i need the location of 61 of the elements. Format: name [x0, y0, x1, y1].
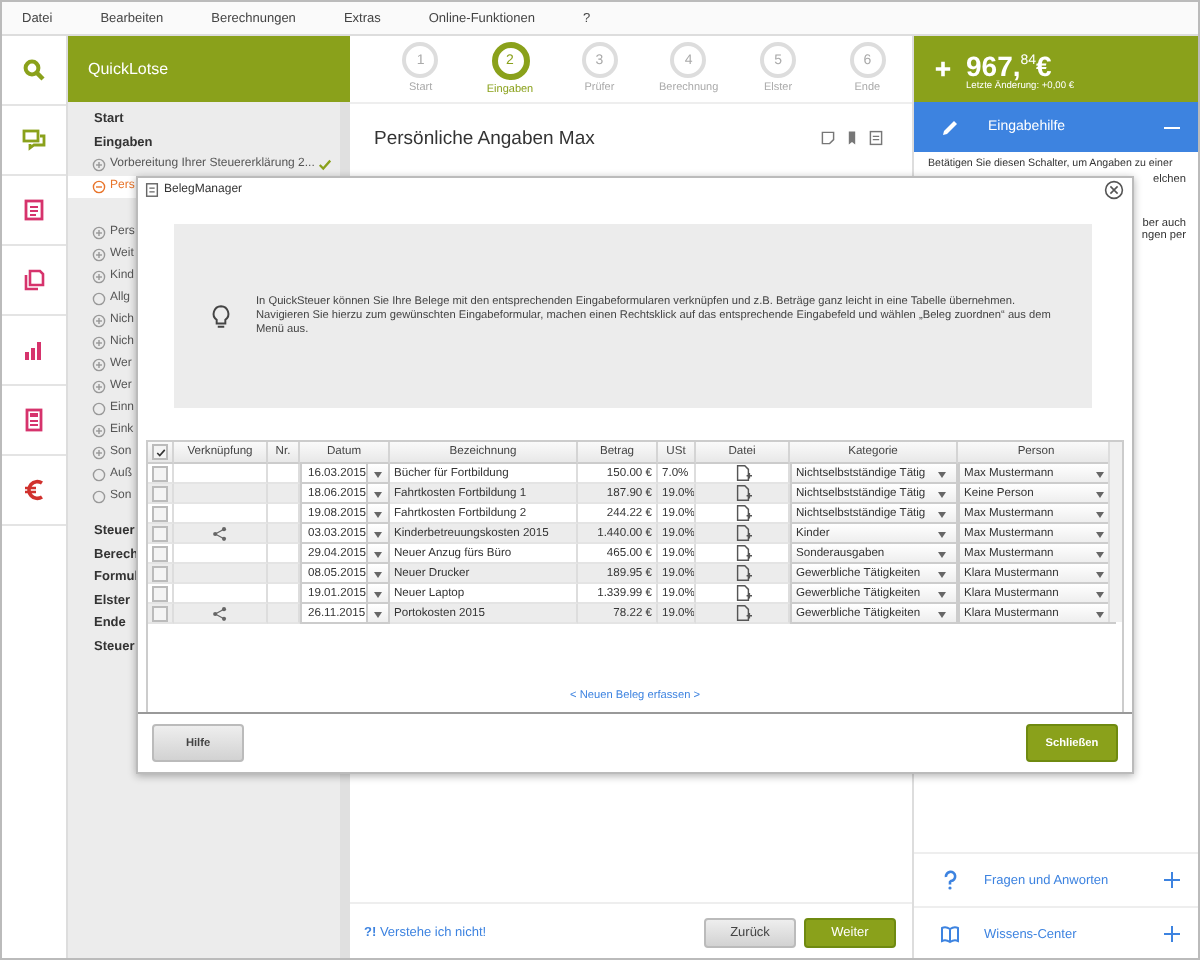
calculator-icon [22, 408, 46, 432]
table-cell [268, 564, 300, 584]
checkbox[interactable] [152, 485, 168, 501]
checkbox[interactable] [152, 585, 168, 601]
chat-icon [22, 128, 46, 152]
file-add-icon [733, 524, 751, 542]
checkbox[interactable] [152, 525, 168, 541]
file-add-icon [733, 564, 751, 582]
question-icon [940, 870, 960, 890]
checkbox[interactable] [152, 605, 168, 621]
expand-icon [1162, 870, 1182, 890]
bookmark-icon [844, 130, 860, 146]
table-cell [268, 484, 300, 504]
share-icon [212, 525, 228, 541]
circle-icon [92, 490, 106, 504]
plus-icon [934, 60, 952, 78]
file-add-icon [733, 504, 751, 522]
expand-icon [92, 336, 106, 350]
note-icon [820, 130, 836, 146]
lightbulb-icon [210, 303, 232, 329]
expand-icon [92, 226, 106, 240]
file-add-icon [733, 544, 751, 562]
file-add-icon [733, 484, 751, 502]
expand-icon [92, 158, 106, 172]
expand-icon [92, 380, 106, 394]
book-icon [940, 924, 960, 944]
expand-icon [92, 424, 106, 438]
circle-icon [92, 292, 106, 306]
list-icon [868, 130, 884, 146]
check-icon [155, 447, 165, 457]
expand-icon [92, 270, 106, 284]
checkbox[interactable] [152, 444, 168, 460]
expand-icon [92, 358, 106, 372]
expand-icon [92, 314, 106, 328]
check-icon [318, 158, 333, 172]
checkbox[interactable] [152, 565, 168, 581]
collapse-icon [92, 180, 106, 194]
document-icon [144, 182, 160, 198]
bar-chart-icon [22, 338, 46, 362]
file-add-icon [733, 604, 751, 622]
copy-icon [22, 268, 46, 292]
scrollbar[interactable] [1108, 442, 1122, 622]
expand-icon [1162, 924, 1182, 944]
checkbox[interactable] [152, 465, 168, 481]
circle-icon [92, 402, 106, 416]
file-add-icon [733, 464, 751, 482]
checkbox[interactable] [152, 545, 168, 561]
circle-icon [92, 468, 106, 482]
sidebar-title: QuickLotse [68, 36, 350, 102]
expand-icon [92, 248, 106, 262]
page-title: Persönliche Angaben Max [374, 127, 595, 149]
expand-icon [92, 446, 106, 460]
share-icon [212, 605, 228, 621]
document-icon [22, 198, 46, 222]
close-icon [1104, 180, 1124, 200]
refund-amount: 967,$^{84}$€ [966, 47, 1054, 79]
search-icon [22, 58, 46, 82]
file-add-icon [733, 584, 751, 602]
euro-icon [22, 478, 46, 502]
checkbox[interactable] [152, 505, 168, 521]
pencil-icon [940, 117, 960, 137]
